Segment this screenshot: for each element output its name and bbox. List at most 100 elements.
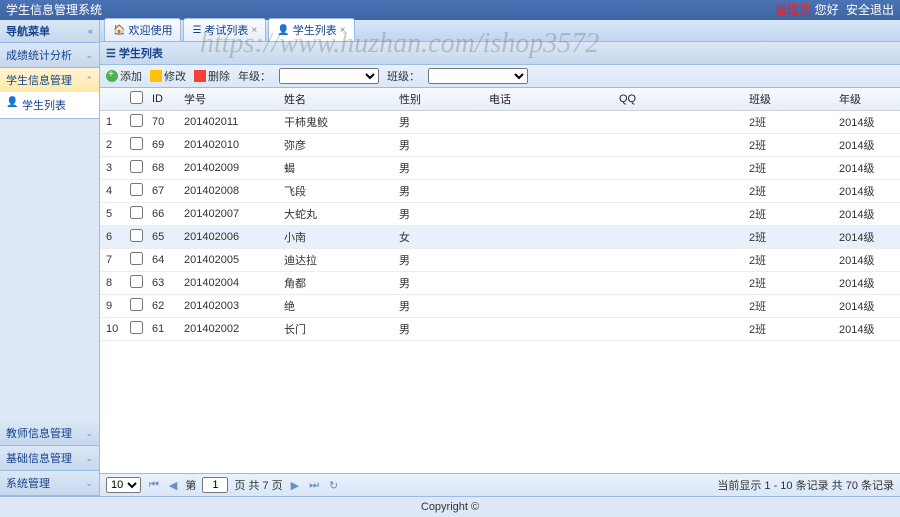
cell-grade: 2014级 xyxy=(833,226,900,249)
col-name[interactable]: 姓名 xyxy=(278,88,393,111)
row-index: 4 xyxy=(100,180,124,203)
col-grade[interactable]: 年级 xyxy=(833,88,900,111)
table-row[interactable]: 1061201402002长门男2班2014级 xyxy=(100,318,900,341)
cell-sex: 男 xyxy=(393,157,483,180)
table-row[interactable]: 368201402009蝎男2班2014级 xyxy=(100,157,900,180)
add-button[interactable]: 添加 xyxy=(106,68,142,84)
cell-grade: 2014级 xyxy=(833,318,900,341)
cell-qq xyxy=(613,318,743,341)
cell-phone xyxy=(483,157,613,180)
tab-label: 学生列表 xyxy=(293,22,337,38)
sidebar-item-student-list[interactable]: 学生列表 xyxy=(0,92,99,118)
cell-id: 61 xyxy=(146,318,178,341)
table-row[interactable]: 566201402007大蛇丸男2班2014级 xyxy=(100,203,900,226)
sidebar-item-label: 学生列表 xyxy=(22,100,66,112)
tab-students[interactable]: 👤 学生列表 × xyxy=(268,18,354,41)
chevron-down-icon: ⌄ xyxy=(85,453,93,464)
row-checkbox[interactable] xyxy=(124,203,146,226)
row-checkbox[interactable] xyxy=(124,157,146,180)
sidebar-acc-student[interactable]: 学生信息管理 ⌃ xyxy=(0,68,99,92)
cell-phone xyxy=(483,272,613,295)
cell-name: 蝎 xyxy=(278,157,393,180)
first-page-button[interactable]: ⏮ xyxy=(147,479,161,492)
row-checkbox[interactable] xyxy=(124,226,146,249)
row-checkbox[interactable] xyxy=(124,134,146,157)
page-input[interactable] xyxy=(202,477,228,493)
row-checkbox[interactable] xyxy=(124,180,146,203)
edit-button[interactable]: 修改 xyxy=(150,68,186,84)
cell-sno: 201402007 xyxy=(178,203,278,226)
sidebar-header: 导航菜单 « xyxy=(0,20,99,43)
cell-id: 66 xyxy=(146,203,178,226)
delete-button[interactable]: 删除 xyxy=(194,68,230,84)
app-title: 学生信息管理系统 xyxy=(6,0,102,20)
table-row[interactable]: 269201402010弥彦男2班2014级 xyxy=(100,134,900,157)
row-checkbox[interactable] xyxy=(124,318,146,341)
refresh-button[interactable]: ↻ xyxy=(327,479,340,492)
row-index: 9 xyxy=(100,295,124,318)
cell-sno: 201402010 xyxy=(178,134,278,157)
class-select[interactable] xyxy=(428,68,528,84)
sidebar-acc-base[interactable]: 基础信息管理 ⌄ xyxy=(0,446,99,470)
chevron-down-icon: ⌄ xyxy=(85,478,93,489)
cell-class: 2班 xyxy=(743,226,833,249)
sidebar-acc-stats[interactable]: 成绩统计分析 ⌄ xyxy=(0,43,99,67)
sidebar: 导航菜单 « 成绩统计分析 ⌄ 学生信息管理 ⌃ 学生列表 xyxy=(0,20,100,496)
cell-sno: 201402009 xyxy=(178,157,278,180)
close-icon[interactable]: × xyxy=(251,25,257,36)
row-checkbox[interactable] xyxy=(124,295,146,318)
col-sno[interactable]: 学号 xyxy=(178,88,278,111)
col-checkbox[interactable] xyxy=(124,88,146,111)
tab-exams[interactable]: ☰ 考试列表 × xyxy=(183,18,266,41)
cell-name: 绝 xyxy=(278,295,393,318)
cell-class: 2班 xyxy=(743,134,833,157)
cell-grade: 2014级 xyxy=(833,203,900,226)
row-checkbox[interactable] xyxy=(124,111,146,134)
table-row[interactable]: 863201402004角都男2班2014级 xyxy=(100,272,900,295)
last-page-button[interactable]: ⏭ xyxy=(307,479,321,492)
row-index: 5 xyxy=(100,203,124,226)
table-row[interactable]: 467201402008飞段男2班2014级 xyxy=(100,180,900,203)
admin-link[interactable]: 管理员 xyxy=(775,3,811,17)
cell-sno: 201402008 xyxy=(178,180,278,203)
next-page-button[interactable]: ▶ xyxy=(289,479,301,492)
table-row[interactable]: 170201402011干柿鬼鲛男2班2014级 xyxy=(100,111,900,134)
sidebar-acc-system[interactable]: 系统管理 ⌄ xyxy=(0,471,99,495)
col-class[interactable]: 班级 xyxy=(743,88,833,111)
delete-icon xyxy=(194,70,206,82)
cell-sno: 201402005 xyxy=(178,249,278,272)
cell-name: 大蛇丸 xyxy=(278,203,393,226)
sidebar-acc-teacher[interactable]: 教师信息管理 ⌄ xyxy=(0,421,99,445)
col-sex[interactable]: 性别 xyxy=(393,88,483,111)
tab-label: 考试列表 xyxy=(204,22,248,38)
logout-link[interactable]: 安全退出 xyxy=(846,3,894,17)
cell-sno: 201402003 xyxy=(178,295,278,318)
col-phone[interactable]: 电话 xyxy=(483,88,613,111)
row-checkbox[interactable] xyxy=(124,272,146,295)
cell-id: 69 xyxy=(146,134,178,157)
greeting: 您好 xyxy=(815,3,839,17)
delete-label: 删除 xyxy=(208,68,230,84)
cell-name: 角都 xyxy=(278,272,393,295)
table-row[interactable]: 764201402005迪达拉男2班2014级 xyxy=(100,249,900,272)
col-id[interactable]: ID xyxy=(146,88,178,111)
row-checkbox[interactable] xyxy=(124,249,146,272)
cell-phone xyxy=(483,295,613,318)
close-icon[interactable]: × xyxy=(340,25,346,36)
tab-welcome[interactable]: 🏠 欢迎使用 xyxy=(104,18,181,41)
pagesize-select[interactable]: 10 xyxy=(106,477,141,493)
cell-qq xyxy=(613,111,743,134)
grade-select[interactable] xyxy=(279,68,379,84)
pager-info: 当前显示 1 - 10 条记录 共 70 条记录 xyxy=(717,477,894,493)
student-grid: ID 学号 姓名 性别 电话 QQ 班级 年级 170201402011干柿鬼鲛… xyxy=(100,88,900,473)
grid-header-row: ID 学号 姓名 性别 电话 QQ 班级 年级 xyxy=(100,88,900,111)
cell-phone xyxy=(483,111,613,134)
add-label: 添加 xyxy=(120,68,142,84)
col-qq[interactable]: QQ xyxy=(613,88,743,111)
collapse-icon[interactable]: « xyxy=(88,26,93,36)
cell-sex: 男 xyxy=(393,295,483,318)
prev-page-button[interactable]: ◀ xyxy=(167,479,179,492)
home-icon: 🏠 xyxy=(113,25,125,36)
table-row[interactable]: 665201402006小南女2班2014级 xyxy=(100,226,900,249)
table-row[interactable]: 962201402003绝男2班2014级 xyxy=(100,295,900,318)
